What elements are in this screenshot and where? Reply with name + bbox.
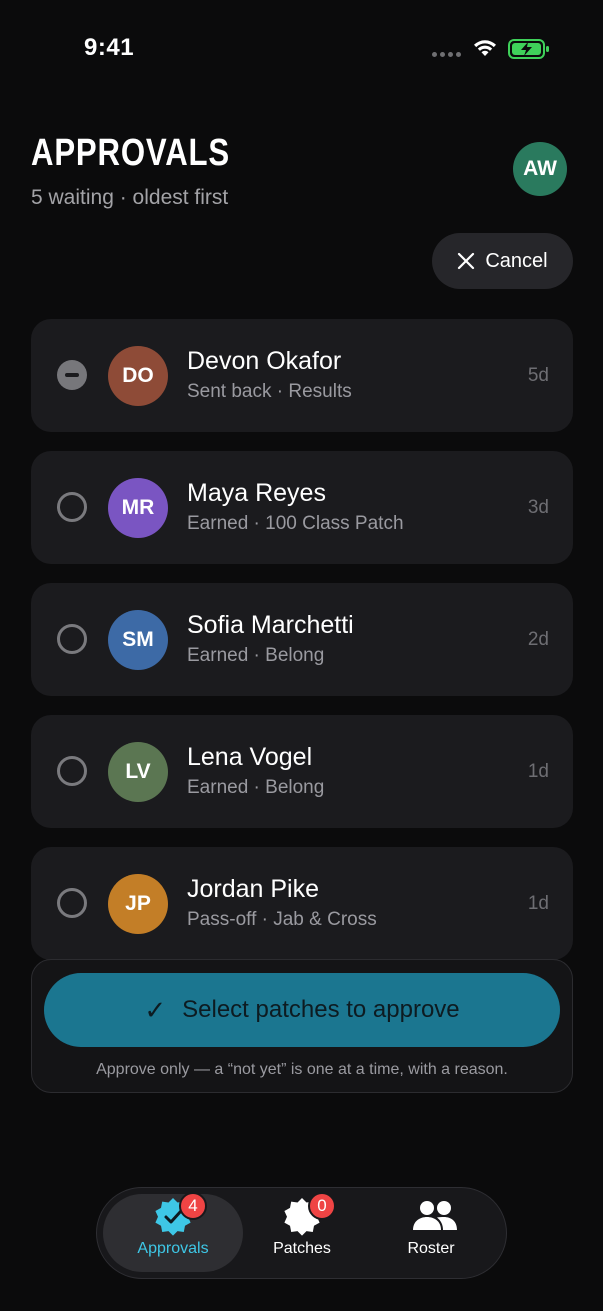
- verified-badge-icon: 4: [153, 1192, 207, 1236]
- tab-roster[interactable]: Roster: [361, 1194, 501, 1272]
- cancel-label: Cancel: [485, 249, 548, 272]
- student-name: Lena Vogel: [187, 743, 313, 771]
- approval-item[interactable]: DO Devon Okafor Sent back · Results 5d: [31, 319, 573, 432]
- selection-indicator[interactable]: [57, 360, 87, 390]
- status-bar: 9:41: [0, 0, 603, 96]
- checkmark-icon: ✓: [144, 994, 167, 1025]
- student-avatar: DO: [108, 346, 168, 406]
- people-icon: [411, 1196, 457, 1236]
- selection-radio[interactable]: [57, 624, 87, 654]
- close-icon: [458, 252, 475, 270]
- cancel-button[interactable]: Cancel: [432, 233, 573, 289]
- tab-bar: 4 Approvals 0 Patches Roster: [96, 1187, 507, 1279]
- student-name: Maya Reyes: [187, 479, 326, 507]
- approve-note: Approve only — a “not yet” is one at a t…: [96, 1061, 508, 1078]
- approve-action-panel: ✓ Select patches to approve Approve only…: [31, 959, 573, 1093]
- approval-detail: Earned · Belong: [187, 645, 325, 666]
- selection-radio[interactable]: [57, 756, 87, 786]
- approval-detail: Pass-off · Jab & Cross: [187, 909, 377, 930]
- selection-radio[interactable]: [57, 888, 87, 918]
- approval-detail: Earned · Belong: [187, 777, 325, 798]
- approval-detail: Earned · 100 Class Patch: [187, 513, 404, 534]
- approval-item[interactable]: MR Maya Reyes Earned · 100 Class Patch 3…: [31, 451, 573, 564]
- student-avatar: MR: [108, 478, 168, 538]
- page-subtitle: 5 waiting · oldest first: [31, 186, 229, 209]
- patch-icon: 0: [282, 1192, 336, 1236]
- tab-patches[interactable]: 0 Patches: [232, 1192, 372, 1272]
- tab-label: Patches: [273, 1240, 331, 1257]
- waiting-age: 3d: [527, 497, 549, 518]
- waiting-age: 1d: [527, 761, 549, 782]
- waiting-age: 5d: [527, 365, 549, 386]
- tab-label: Approvals: [137, 1240, 209, 1257]
- waiting-age: 2d: [527, 629, 549, 650]
- approval-item[interactable]: LV Lena Vogel Earned · Belong 1d: [31, 715, 573, 828]
- approval-item[interactable]: SM Sofia Marchetti Earned · Belong 2d: [31, 583, 573, 696]
- approval-detail: Sent back · Results: [187, 381, 352, 402]
- selection-radio[interactable]: [57, 492, 87, 522]
- battery-charging-icon: [508, 39, 549, 59]
- approvals-list: DO Devon Okafor Sent back · Results 5d M…: [31, 319, 573, 979]
- approve-button[interactable]: ✓ Select patches to approve: [44, 973, 560, 1047]
- approvals-count-badge: 4: [179, 1192, 207, 1220]
- tab-approvals[interactable]: 4 Approvals: [103, 1192, 243, 1272]
- student-name: Sofia Marchetti: [187, 611, 354, 639]
- student-avatar: SM: [108, 610, 168, 670]
- waiting-age: 1d: [527, 893, 549, 914]
- approve-button-label: Select patches to approve: [182, 996, 460, 1023]
- page-title: APPROVALS: [31, 132, 230, 174]
- student-name: Devon Okafor: [187, 347, 342, 375]
- student-avatar: JP: [108, 874, 168, 934]
- student-name: Jordan Pike: [187, 875, 320, 903]
- wifi-icon: [474, 40, 496, 56]
- user-avatar[interactable]: AW: [513, 142, 567, 196]
- student-avatar: LV: [108, 742, 168, 802]
- patches-count-badge: 0: [308, 1192, 336, 1220]
- signal-dots-icon: [432, 52, 461, 57]
- tab-label: Roster: [407, 1240, 455, 1257]
- approval-item[interactable]: JP Jordan Pike Pass-off · Jab & Cross 1d: [31, 847, 573, 960]
- status-time: 9:41: [84, 34, 135, 61]
